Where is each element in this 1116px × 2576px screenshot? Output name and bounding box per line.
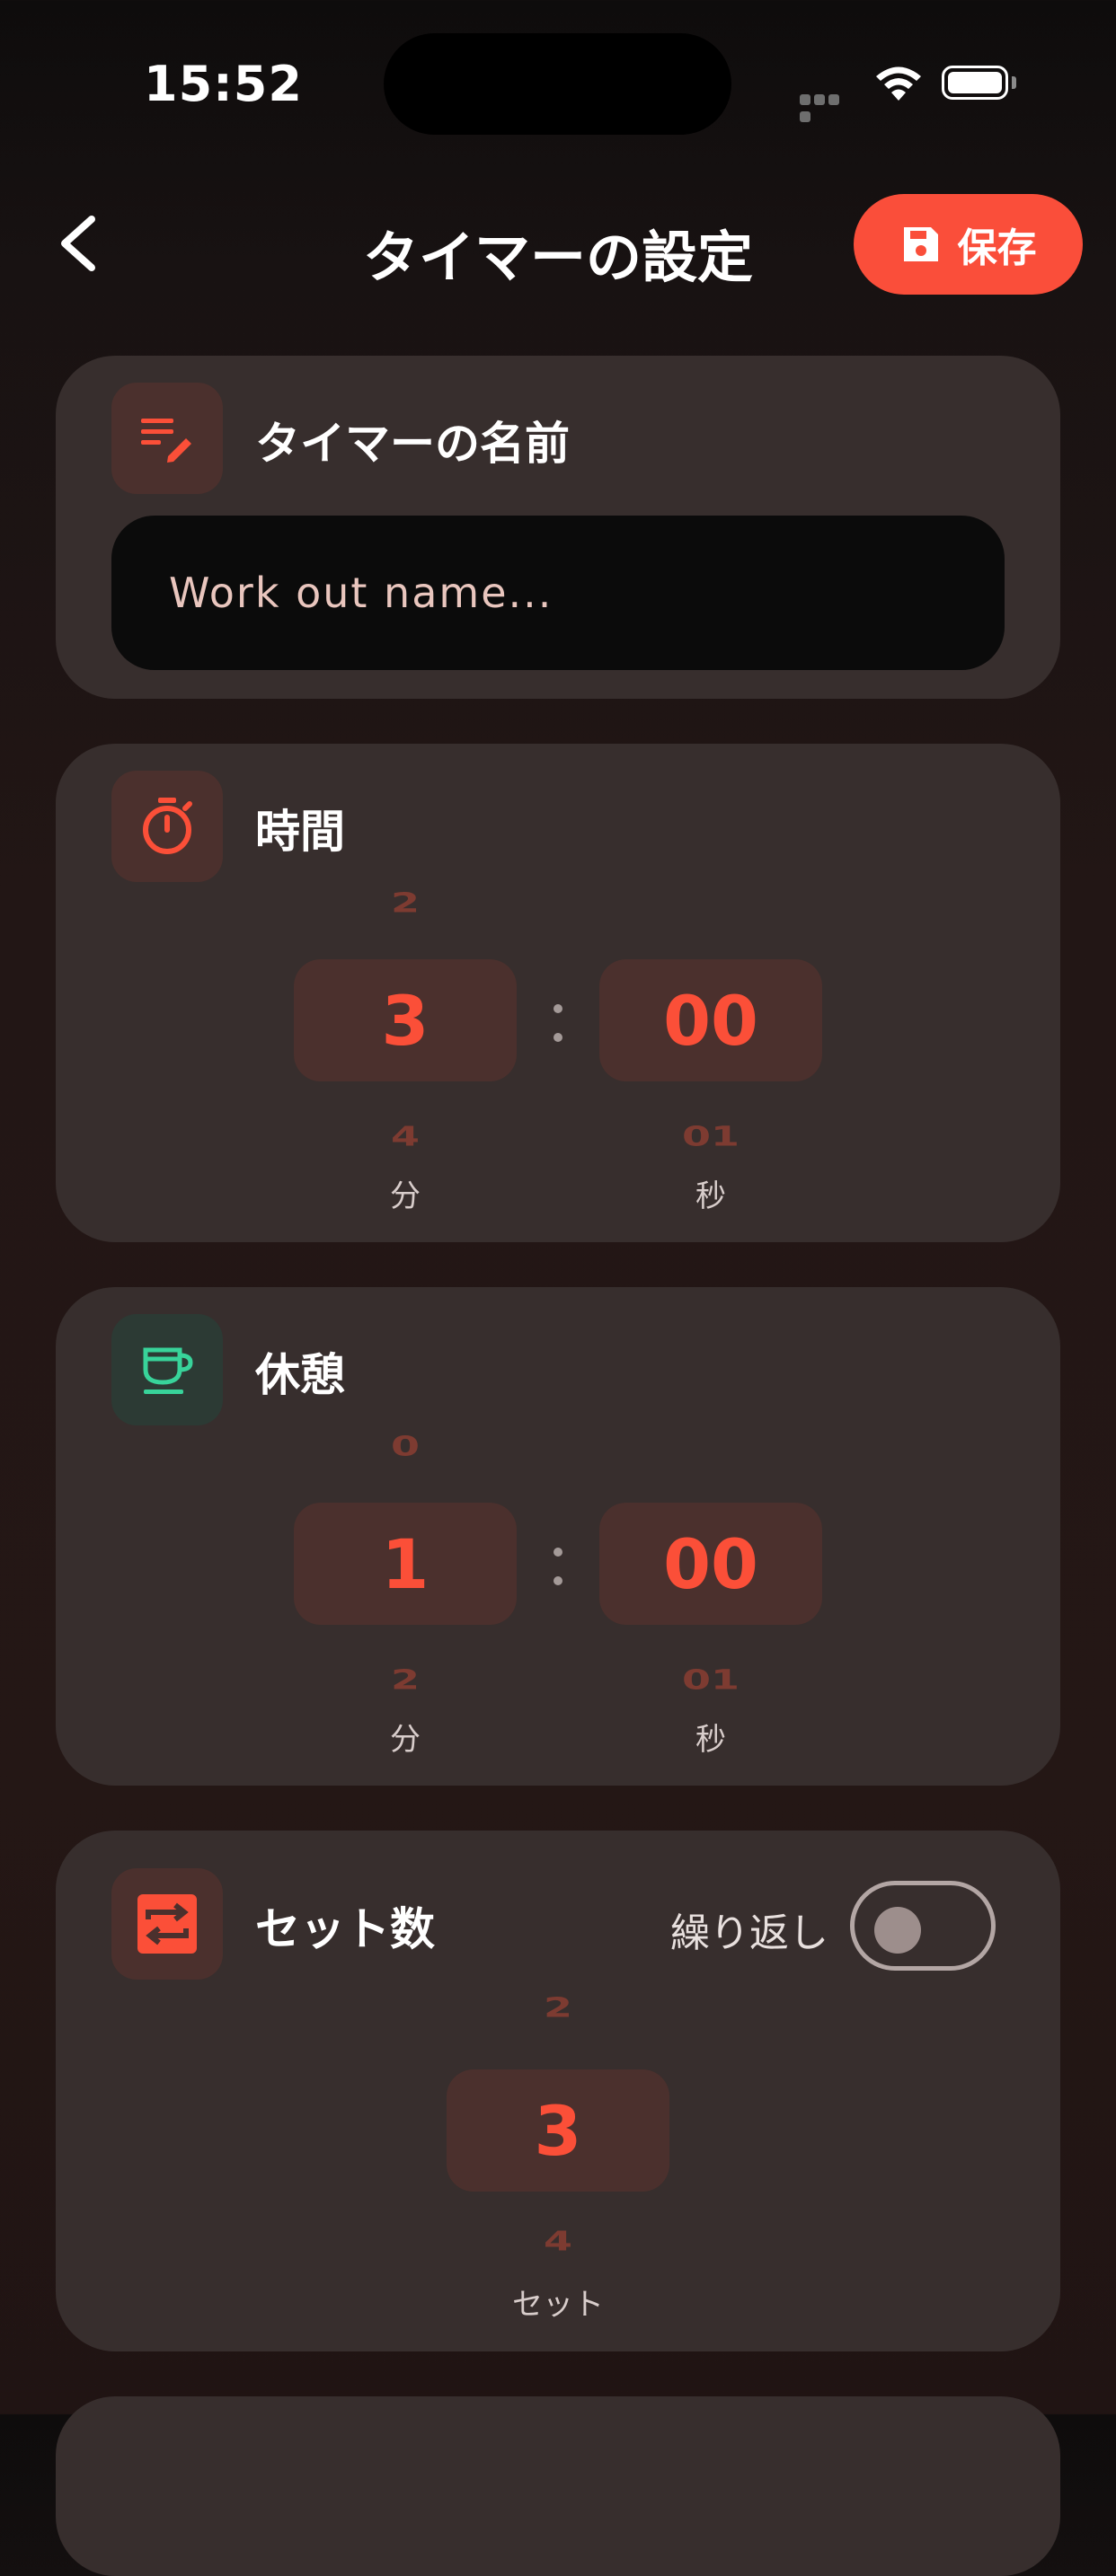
duration-seconds-picker[interactable]: 00 <box>599 959 822 1081</box>
save-label: 保存 <box>957 225 1037 271</box>
save-button[interactable]: 保存 <box>854 194 1083 295</box>
duration-minutes-next: 4 <box>390 1120 420 1152</box>
rest-seconds-unit: 秒 <box>695 1722 726 1758</box>
battery-icon <box>942 66 1008 100</box>
sets-picker[interactable]: 3 <box>447 2069 669 2192</box>
duration-seconds-unit: 秒 <box>695 1178 726 1214</box>
floppy-disk-icon <box>903 227 938 261</box>
sets-unit: セット <box>512 2287 604 2323</box>
edit-list-icon <box>141 419 191 463</box>
next-card <box>56 2396 1060 2576</box>
rest-seconds-picker[interactable]: 00 <box>599 1503 822 1625</box>
duration-minutes-picker[interactable]: 3 <box>294 959 517 1081</box>
duration-seconds-next: 01 <box>681 1120 740 1152</box>
dynamic-island <box>384 33 731 135</box>
battery-tip <box>1012 76 1016 89</box>
sets-card-title: セット数 <box>255 1903 435 1955</box>
rest-seconds-next: 01 <box>681 1663 740 1696</box>
timer-name-card: タイマーの名前 <box>56 356 1060 699</box>
coffee-cup-icon <box>143 1347 193 1394</box>
sets-icon-box <box>111 1868 223 1980</box>
name-icon-box <box>111 383 223 494</box>
rest-icon-box <box>111 1314 223 1425</box>
rest-card-title: 休憩 <box>255 1349 345 1401</box>
duration-minutes-unit: 分 <box>390 1178 421 1214</box>
duration-card-title: 時間 <box>255 806 345 858</box>
duration-minutes-prev: 2 <box>390 887 420 919</box>
status-time: 15:52 <box>144 56 303 112</box>
stopwatch-icon <box>143 798 192 854</box>
sets-prev: 2 <box>543 1991 572 2024</box>
rest-minutes-unit: 分 <box>390 1722 421 1758</box>
timer-name-input[interactable] <box>111 516 1005 670</box>
rest-card: 休憩 0 1 2 分 00 01 秒 <box>56 1287 1060 1786</box>
duration-icon-box <box>111 771 223 882</box>
rest-minutes-picker[interactable]: 1 <box>294 1503 517 1625</box>
rest-minutes-next: 2 <box>390 1663 420 1696</box>
wifi-icon <box>876 66 921 101</box>
sets-card: セット数 繰り返し 2 3 4 セット <box>56 1831 1060 2351</box>
repeat-toggle[interactable] <box>850 1881 996 1971</box>
sets-next: 4 <box>543 2225 572 2257</box>
name-card-title: タイマーの名前 <box>255 418 570 470</box>
back-chevron-icon[interactable] <box>54 212 108 275</box>
time-separator <box>549 1548 567 1605</box>
rest-minutes-prev: 0 <box>390 1430 420 1462</box>
repeat-label: 繰り返し <box>670 1910 828 1956</box>
cellular-signal-icon <box>800 92 855 122</box>
time-separator <box>549 1004 567 1062</box>
duration-card: 時間 2 3 4 分 00 01 秒 <box>56 744 1060 1242</box>
repeat-icon <box>137 1894 197 1954</box>
